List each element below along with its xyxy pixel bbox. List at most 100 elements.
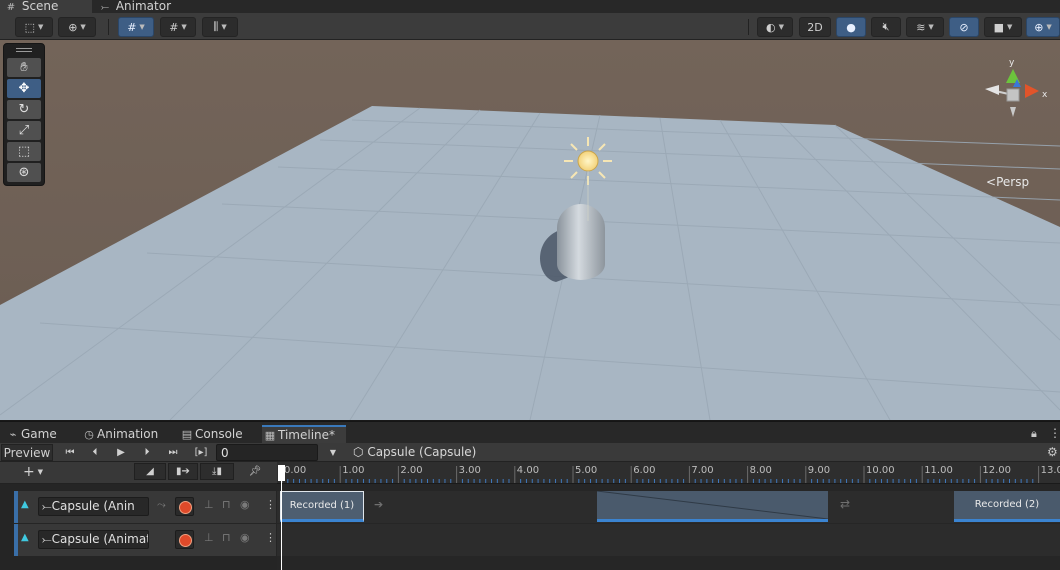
orientation-gizmo[interactable]: y x (985, 58, 1048, 117)
gizmo-x-cone[interactable] (1025, 84, 1039, 98)
track-binding-label: Capsule (Animatc (51, 532, 149, 546)
ground-plane (0, 106, 1060, 420)
add-track-button[interactable]: + ▼ (16, 463, 50, 480)
clip-lane-2[interactable] (277, 524, 1060, 556)
snap-pin-button[interactable]: 📌︎ (242, 463, 268, 480)
tab-timeline[interactable]: ▦ Timeline* (262, 425, 346, 444)
ripple-icon: ▮➔ (176, 466, 190, 477)
global-local-dropdown[interactable]: ⊕ ▼ (58, 17, 96, 37)
playhead-handle[interactable] (278, 465, 285, 481)
ruler-snap-dropdown[interactable]: ⫼ ▼ (202, 17, 238, 37)
palette-drag-handle[interactable] (16, 48, 32, 49)
record-button[interactable] (175, 530, 194, 549)
record-button[interactable] (175, 497, 194, 516)
move-tool-button[interactable]: ✥ (7, 79, 41, 98)
rect-icon: ⬚ (17, 144, 31, 159)
cube-icon: ⬡ (353, 445, 364, 459)
tab-console[interactable]: ▤ Console (179, 425, 257, 444)
pin-icon[interactable]: ⊥ (204, 531, 214, 544)
effects-dropdown[interactable]: ≋ ▼ (906, 17, 944, 37)
clip-blend-segment[interactable] (597, 491, 828, 522)
gizmos-dropdown[interactable]: ⊕ ▼ (1026, 17, 1060, 37)
scene-viewport[interactable]: y x <Persp (0, 40, 1060, 420)
clip-edit-mode-mix-button[interactable]: ◢ (134, 463, 166, 480)
gizmo-icon: ⊕ (1034, 20, 1044, 34)
camera-dropdown[interactable]: ■ ▼ (984, 17, 1022, 37)
replace-icon: ⤓▮ (212, 466, 222, 477)
gizmo-y-label: y (1009, 58, 1015, 68)
chevron-down-icon: ▼ (37, 467, 44, 476)
gizmo-neg-x-cone[interactable] (985, 85, 999, 95)
shading-mode-dropdown[interactable]: ◐ ▼ (757, 17, 793, 37)
animation-track-2[interactable]: ▲ ⤚Capsule (Animatc ⊥ ⊓ ◉ ⋮ (14, 524, 276, 556)
play-range-button[interactable]: [▸] (189, 444, 213, 461)
track-binding-field[interactable]: ⤚Capsule (Animatc (38, 530, 149, 549)
projection-label[interactable]: <Persp (986, 175, 1029, 189)
play-button[interactable]: ▶ (111, 444, 131, 461)
hand-tool-button[interactable]: ✋︎ (7, 58, 41, 77)
pin-icon: 📌︎ (248, 466, 262, 477)
clip-recorded-1[interactable]: Recorded (1) (280, 491, 364, 522)
lock-icon[interactable]: ⊓ (222, 498, 231, 511)
scale-tool-button[interactable]: ⤢ (7, 121, 41, 140)
go-to-start-button[interactable]: ⏮︎ (60, 444, 80, 461)
tab-scene[interactable]: # Scene (0, 0, 92, 13)
gear-icon[interactable]: ⚙ (1047, 445, 1058, 459)
grid-snapping-toggle[interactable]: # ▼ (118, 17, 154, 37)
eye-icon[interactable]: ◉ (240, 498, 250, 511)
scene-visibility-toggle[interactable]: ⊘ (949, 17, 979, 37)
breadcrumb[interactable]: ⬡ Capsule (Capsule) (353, 444, 476, 461)
lock-icon[interactable]: ⊓ (222, 531, 231, 544)
chevron-down-icon: ▼ (38, 23, 44, 31)
grid-icon: # (6, 2, 16, 13)
palette-drag-handle[interactable] (16, 51, 32, 52)
eye-slash-icon: ⊘ (959, 20, 969, 34)
lighting-toggle[interactable]: ● (836, 17, 866, 37)
pin-icon[interactable]: ⊥ (204, 498, 214, 511)
clip-edit-mode-replace-button[interactable]: ⤓▮ (200, 463, 234, 480)
tab-scene-label: Scene (21, 0, 59, 13)
increment-snap-dropdown[interactable]: # ▼ (160, 17, 196, 37)
clip-recorded-2[interactable]: Recorded (2) (954, 491, 1060, 522)
more-options-icon[interactable]: ⋮ (1049, 426, 1060, 440)
lock-icon[interactable]: 🔒︎ (1031, 427, 1037, 441)
previous-frame-button[interactable]: ⏴︎ (85, 444, 105, 461)
gizmo-neg-y-cone[interactable] (1010, 107, 1016, 117)
scene-render: y x (0, 58, 1060, 420)
clip-area[interactable]: Recorded (1) ➔ ⇄ Recorded (2) (277, 484, 1060, 570)
increment-snap-icon: # (169, 20, 179, 34)
curves-icon[interactable]: ⤳ (157, 498, 166, 512)
draw-mode-dropdown[interactable]: ⬚ ▼ (15, 17, 53, 37)
eye-icon[interactable]: ◉ (240, 531, 250, 544)
tab-animator[interactable]: ⤚ Animator (98, 0, 178, 13)
chevron-down-icon: ▼ (329, 448, 337, 457)
mix-icon: ◢ (146, 466, 154, 477)
ruler-tick-label: 5.00 (575, 465, 598, 476)
track-binding-field[interactable]: ⤚Capsule (Anin (38, 497, 149, 516)
more-options-icon[interactable]: ⋮ (265, 531, 276, 544)
loop-icon: ⇄ (840, 497, 851, 511)
next-frame-button[interactable]: ⏵︎ (137, 444, 157, 461)
transform-tool-button[interactable]: ⊛ (7, 163, 41, 182)
tab-game[interactable]: ⌁ Game (5, 425, 77, 444)
animation-track-1[interactable]: ▲ ⤚Capsule (Anin ⤳ ⊥ ⊓ ◉ ⋮ (14, 491, 276, 523)
animation-track-icon: ▲ (21, 532, 29, 543)
frame-field[interactable] (216, 444, 318, 461)
rotate-icon: ↻ (18, 102, 30, 117)
capsule-object[interactable] (557, 204, 605, 280)
playhead-line[interactable] (281, 466, 282, 570)
preview-button[interactable]: Preview (1, 444, 53, 461)
rect-tool-button[interactable]: ⬚ (7, 142, 41, 161)
rotate-tool-button[interactable]: ↻ (7, 100, 41, 119)
time-ruler[interactable]: 0.00 1.00 2.00 3.00 4.00 5.00 6.00 7.00 8.00 9.00… (277, 462, 1060, 484)
ruler-tick-label: 1.00 (342, 465, 365, 476)
timeline-selector-dropdown[interactable]: ▼ (324, 444, 342, 461)
mode-2d-button[interactable]: 2D (799, 17, 831, 37)
gizmo-center-cube[interactable] (1006, 88, 1020, 102)
clip-edit-mode-ripple-button[interactable]: ▮➔ (168, 463, 198, 480)
tool-palette: ✋︎ ✥ ↻ ⤢ ⬚ ⊛ (3, 43, 45, 186)
more-options-icon[interactable]: ⋮ (265, 498, 276, 511)
audio-toggle[interactable]: 🔇︎ (871, 17, 901, 37)
go-to-end-button[interactable]: ⏭︎ (163, 444, 183, 461)
tab-animation[interactable]: ◷ Animation (81, 425, 175, 444)
